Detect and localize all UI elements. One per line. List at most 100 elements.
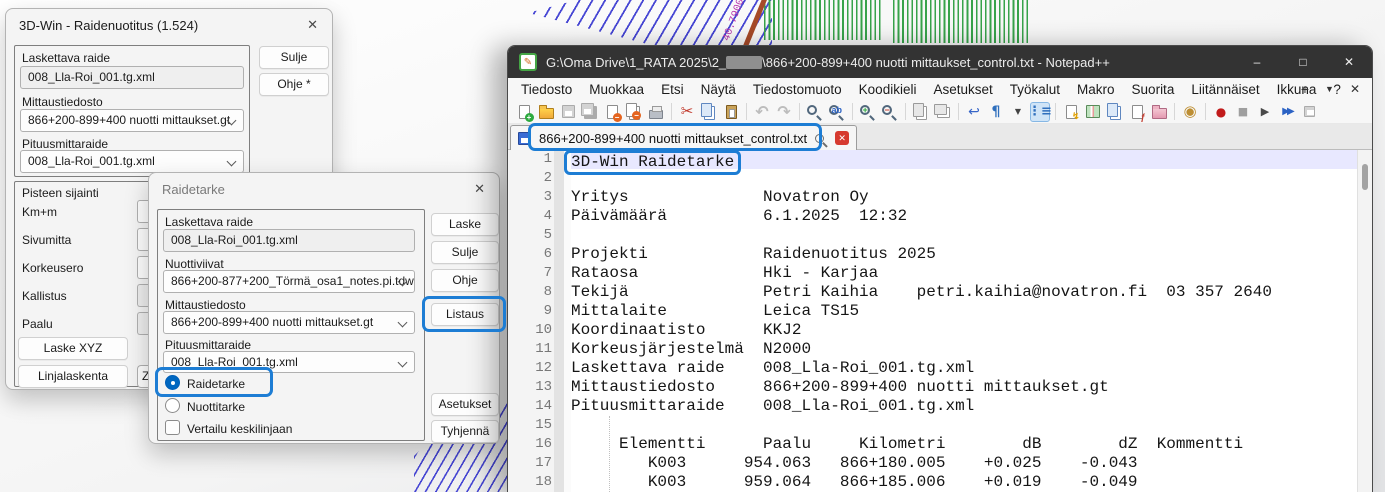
menu-koodikieli[interactable]: Koodikieli	[859, 82, 917, 97]
nuottiviivat-select[interactable]: 866+200-877+200_Törmä_osa1_notes.pi.tdw	[163, 270, 415, 293]
editor-line[interactable]: 6Projekti Raidenuotitus 2025	[508, 245, 1357, 264]
menu-tiedostomuoto[interactable]: Tiedostomuoto	[753, 82, 842, 97]
mittaustiedosto-select[interactable]: 866+200-899+400 nuotti mittaukset.gt	[163, 311, 415, 334]
func-flash-icon[interactable]: ↯	[1061, 102, 1081, 122]
editor-line[interactable]: 10Koordinaatisto KKJ2	[508, 321, 1357, 340]
vertailu-checkbox[interactable]	[165, 420, 180, 435]
zoom-in-icon[interactable]: +	[858, 102, 878, 122]
word-wrap-icon[interactable]: ↩	[964, 102, 984, 122]
tab-list-icon[interactable]: ▼	[1325, 84, 1334, 94]
menu-asetukset[interactable]: Asetukset	[933, 82, 992, 97]
editor-line[interactable]: 7Rataosa Hki - Karjaa	[508, 264, 1357, 283]
line-number: 16	[508, 435, 552, 454]
editor-line[interactable]: 13Mittaustiedosto 866+200-899+400 nuotti…	[508, 378, 1357, 397]
sulje-button[interactable]: Sulje	[431, 241, 499, 264]
scrollbar-thumb[interactable]	[1362, 164, 1368, 190]
replace-icon[interactable]: ab	[827, 102, 847, 122]
mittaustiedosto-select[interactable]: 866+200-899+400 nuotti mittaukset.gt	[20, 109, 244, 132]
func-list-icon[interactable]: ƒ	[1127, 102, 1147, 122]
new-file-icon[interactable]: +	[514, 102, 534, 122]
minimize-button[interactable]: –	[1234, 46, 1280, 78]
eye-preview-icon[interactable]: ◉	[1180, 102, 1200, 122]
new-tab-icon[interactable]: +	[1301, 81, 1309, 97]
menu-ty-kalut[interactable]: Työkalut	[1010, 82, 1060, 97]
pituusmittaraide-select[interactable]: 008_Lla-Roi_001.tg.xml	[20, 150, 244, 173]
save-all-icon[interactable]	[580, 102, 600, 122]
redo-icon[interactable]: ↷	[774, 102, 794, 122]
laske-xyz-button[interactable]: Laske XYZ	[18, 337, 128, 360]
doc-list-icon[interactable]	[1105, 102, 1125, 122]
editor-line[interactable]: 5	[508, 226, 1357, 245]
show-all-chars-icon[interactable]: ¶	[986, 102, 1006, 122]
doc-map-icon[interactable]	[1083, 102, 1103, 122]
find-icon[interactable]	[805, 102, 825, 122]
open-folder-icon[interactable]	[536, 102, 556, 122]
folder-workspace-icon[interactable]	[1149, 102, 1169, 122]
menu-muokkaa[interactable]: Muokkaa	[589, 82, 644, 97]
editor-line[interactable]: 11Korkeusjärjestelmä N2000	[508, 340, 1357, 359]
sync-scroll-v-icon[interactable]	[911, 102, 931, 122]
editor-line[interactable]: 8Tekijä Petri Kaihia petri.kaihia@novatr…	[508, 283, 1357, 302]
listaus-button[interactable]: Listaus	[431, 303, 499, 326]
editor-line[interactable]: 3Yritys Novatron Oy	[508, 188, 1357, 207]
editor-line[interactable]: 12Laskettava raide 008_Lla-Roi_001.tg.xm…	[508, 359, 1357, 378]
macro-play-icon[interactable]: ▶	[1255, 102, 1275, 122]
titlebar[interactable]: ✎ G:\Oma Drive\1_RATA 2025\2_\866+200-89…	[508, 46, 1372, 78]
laske-button[interactable]: Laske	[431, 213, 499, 236]
tab-close-icon[interactable]	[835, 131, 849, 145]
zoom-out-icon[interactable]: −	[880, 102, 900, 122]
copy-icon[interactable]	[699, 102, 719, 122]
tyhjenn-button[interactable]: Tyhjennä	[431, 420, 499, 443]
close-tab-icon[interactable]: ✕	[1350, 82, 1360, 96]
close-button[interactable]: ✕	[1326, 46, 1372, 78]
editor-line[interactable]: 9Mittalaite Leica TS15	[508, 302, 1357, 321]
pituusmittaraide-label: Pituusmittaraide	[22, 137, 108, 151]
cad-hatch-green-left	[764, 0, 883, 40]
editor-line[interactable]: 18 K003 959.064 866+185.006 +0.019 -0.04…	[508, 473, 1357, 492]
menu-tiedosto[interactable]: Tiedosto	[521, 82, 572, 97]
sulje-button[interactable]: Sulje	[259, 46, 329, 69]
vertical-scrollbar[interactable]	[1357, 150, 1372, 492]
editor-line[interactable]: 16 Elementti Paalu Kilometri dB dZ Komme…	[508, 435, 1357, 454]
editor-lines[interactable]: 13D-Win Raidetarke23Yritys Novatron Oy4P…	[508, 150, 1357, 492]
editor-line[interactable]: 17 K003 954.063 866+180.005 +0.025 -0.04…	[508, 454, 1357, 473]
menu-suorita[interactable]: Suorita	[1132, 82, 1175, 97]
file-tab[interactable]: 866+200-899+400 nuotti mittaukset_contro…	[510, 125, 857, 150]
indent-guide-icon[interactable]: ⋮≡	[1030, 102, 1050, 122]
macro-save-icon[interactable]	[1299, 102, 1319, 122]
pituusmittaraide-select[interactable]: 008_Lla-Roi_001.tg.xml	[163, 351, 415, 373]
macro-record-icon[interactable]: ●	[1211, 102, 1231, 122]
close-all-docs-icon[interactable]: −	[624, 102, 644, 122]
print-icon[interactable]	[646, 102, 666, 122]
ohje-button[interactable]: Ohje *	[259, 73, 329, 96]
editor-line[interactable]: 2	[508, 169, 1357, 188]
close-doc-icon[interactable]: −	[602, 102, 622, 122]
chars-dropdown-icon[interactable]: ▼	[1008, 102, 1028, 122]
menu-makro[interactable]: Makro	[1077, 82, 1115, 97]
cut-icon[interactable]: ✂	[677, 102, 697, 122]
close-icon[interactable]: ✕	[307, 17, 318, 33]
chevron-down-icon	[398, 318, 408, 328]
editor-line[interactable]: 15	[508, 416, 1357, 435]
editor-line[interactable]: 14Pituusmittaraide 008_Lla-Roi_001.tg.xm…	[508, 397, 1357, 416]
close-icon[interactable]: ✕	[474, 181, 485, 197]
asetukset-button[interactable]: Asetukset	[431, 393, 499, 416]
pin-icon[interactable]	[815, 134, 824, 143]
undo-icon[interactable]: ↶	[752, 102, 772, 122]
ohje-button[interactable]: Ohje	[431, 269, 499, 292]
editor[interactable]: 13D-Win Raidetarke23Yritys Novatron Oy4P…	[508, 150, 1372, 492]
linjalaskenta-button[interactable]: Linjalaskenta	[18, 365, 128, 388]
menu-liit-nn-iset[interactable]: Liitännäiset	[1191, 82, 1259, 97]
paste-icon[interactable]	[721, 102, 741, 122]
raidetarke-radio[interactable]	[165, 375, 180, 390]
save-icon[interactable]	[558, 102, 578, 122]
menu-etsi[interactable]: Etsi	[661, 82, 684, 97]
macro-stop-icon[interactable]: ■	[1233, 102, 1253, 122]
sync-scroll-h-icon[interactable]	[933, 102, 953, 122]
nuottitarke-radio[interactable]	[165, 398, 180, 413]
macro-run-multiple-icon[interactable]: ▶▶	[1277, 102, 1297, 122]
editor-line[interactable]: 13D-Win Raidetarke	[508, 150, 1357, 169]
menu-n-yt[interactable]: Näytä	[701, 82, 736, 97]
maximize-button[interactable]: □	[1280, 46, 1326, 78]
editor-line[interactable]: 4Päivämäärä 6.1.2025 12:32	[508, 207, 1357, 226]
